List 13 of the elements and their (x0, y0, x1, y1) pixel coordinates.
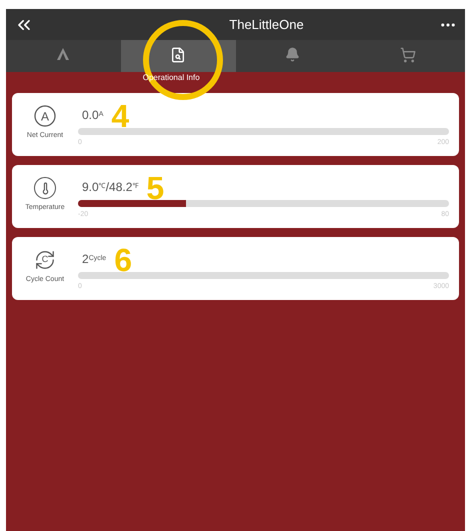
annotation-number: 6 (114, 244, 132, 276)
gauge-value: 0.0$^{A}$ (82, 107, 104, 124)
ammeter-icon: A (34, 105, 56, 127)
gauge-value: 2$^{Cycle}$ (82, 251, 106, 268)
gauge-value: 9.0$^{℃}$/48.2$^{℉}$ (82, 179, 138, 196)
annotation-number: 5 (146, 172, 164, 204)
cart-icon (400, 47, 416, 63)
window-title: TheLittleOne (229, 16, 304, 34)
thermometer-icon (34, 177, 56, 199)
document-search-icon (170, 47, 186, 63)
bell-icon (285, 47, 300, 62)
annotation-number: 4 (111, 100, 130, 132)
peak-icon (56, 47, 70, 61)
